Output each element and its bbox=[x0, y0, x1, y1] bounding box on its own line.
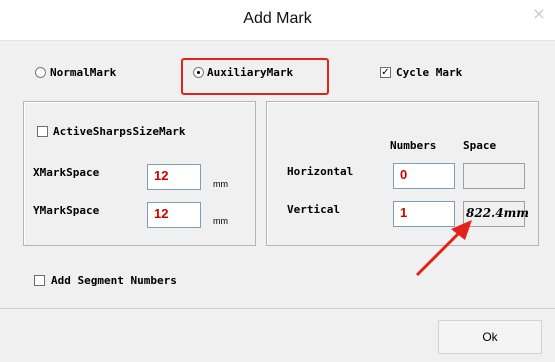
horizontal-numbers-input[interactable]: 0 bbox=[393, 163, 455, 189]
normal-mark-label: NormalMark bbox=[50, 66, 117, 79]
horizontal-label: Horizontal bbox=[287, 165, 354, 178]
ok-button[interactable]: Ok bbox=[438, 320, 542, 354]
auxiliary-mark-label: AuxiliaryMark bbox=[207, 66, 294, 79]
x-mark-space-unit: mm bbox=[213, 179, 228, 189]
vertical-label: Vertical bbox=[287, 203, 340, 216]
title-bar: Add Mark × bbox=[0, 0, 555, 41]
window-title: Add Mark bbox=[243, 10, 312, 27]
active-sharps-label: ActiveSharpsSizeMark bbox=[53, 125, 186, 138]
y-mark-space-input[interactable]: 12 bbox=[147, 202, 201, 228]
numbers-column-header: Numbers bbox=[390, 139, 437, 152]
horizontal-space-field bbox=[463, 163, 525, 189]
normal-mark-radio[interactable] bbox=[35, 67, 46, 78]
segment-numbers-label: Add Segment Numbers bbox=[51, 274, 177, 287]
space-column-header: Space bbox=[463, 139, 497, 152]
x-mark-space-label: XMarkSpace bbox=[33, 166, 100, 179]
segment-numbers-checkbox[interactable] bbox=[34, 275, 45, 286]
active-sharps-checkbox[interactable] bbox=[37, 126, 48, 137]
cycle-mark-checkbox[interactable]: ✓ bbox=[380, 67, 391, 78]
x-mark-space-input[interactable]: 12 bbox=[147, 164, 201, 190]
vertical-numbers-input[interactable]: 1 bbox=[393, 201, 455, 227]
cycle-mark-label: Cycle Mark bbox=[396, 66, 463, 79]
auxiliary-mark-radio[interactable] bbox=[193, 67, 204, 78]
vertical-space-value: 822.4mm bbox=[466, 206, 529, 220]
footer-divider bbox=[0, 308, 555, 309]
y-mark-space-unit: mm bbox=[213, 216, 228, 226]
y-mark-space-label: YMarkSpace bbox=[33, 204, 100, 217]
close-button[interactable]: × bbox=[523, 0, 555, 30]
